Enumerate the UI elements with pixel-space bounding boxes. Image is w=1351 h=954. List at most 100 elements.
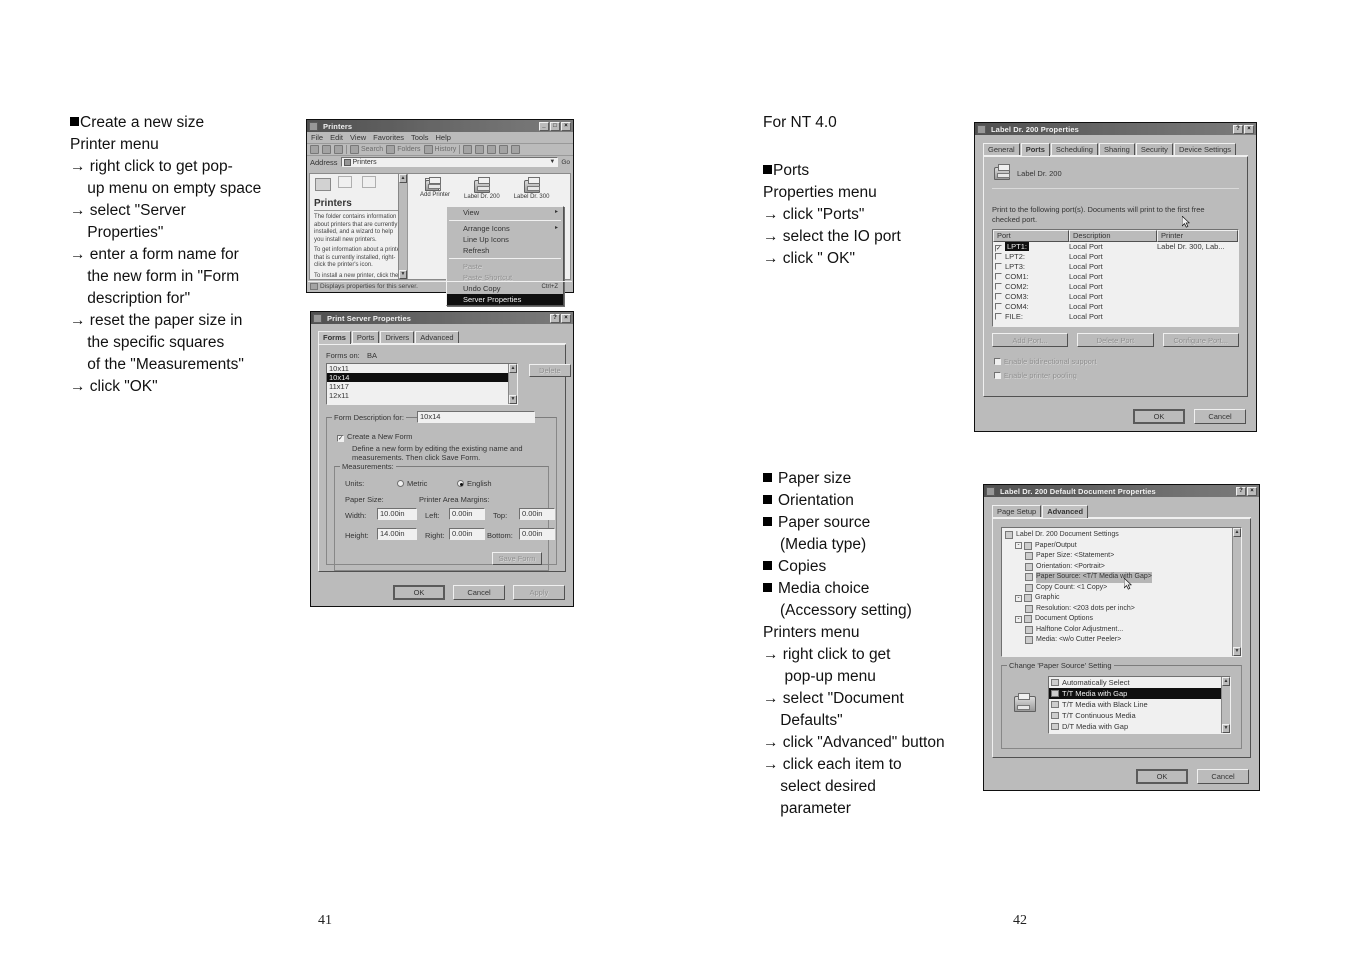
printer-pooling-option[interactable]: Enable printer pooling <box>994 371 1077 380</box>
printers-context-menu[interactable]: View ▸ Arrange Icons ▸ Line Up Icons Refresh P… <box>446 206 564 306</box>
ddp-titlebar[interactable]: Label Dr. 200 Default Document Propertie… <box>984 485 1259 497</box>
bottom-margin-input[interactable]: 0.00in <box>519 528 555 540</box>
menu-item-favorites[interactable]: Favorites <box>373 133 404 142</box>
printer-item-label-dr-200[interactable]: Label Dr. 200 <box>464 177 500 200</box>
psp-button-row[interactable]: OK Cancel Apply <box>319 585 565 600</box>
port-row[interactable]: FILE: Local Port <box>993 312 1238 322</box>
tab-scheduling[interactable]: Scheduling <box>1050 143 1098 155</box>
toolbar-button-search[interactable]: Search <box>350 145 383 154</box>
bidirectional-checkbox[interactable] <box>994 358 1001 365</box>
tab-ports[interactable]: Ports <box>1020 143 1050 156</box>
printer-item-label-dr-300[interactable]: Label Dr. 300 <box>514 177 549 200</box>
port-row[interactable]: COM3: Local Port <box>993 292 1238 302</box>
port-checkbox[interactable] <box>995 313 1002 320</box>
scroll-up-button[interactable]: ▲ <box>1233 528 1241 537</box>
configure-port-button[interactable]: Configure Port... <box>1162 333 1239 347</box>
default-document-properties-dialog[interactable]: Label Dr. 200 Default Document Propertie… <box>983 484 1260 791</box>
paper-source-choice[interactable]: Automatically Select <box>1049 677 1230 688</box>
port-checkbox[interactable] <box>995 245 1002 252</box>
tree-item[interactable]: - Paper/Output <box>1005 541 1241 552</box>
column-header-printer[interactable]: Printer <box>1157 230 1238 242</box>
help-button[interactable]: ? <box>1236 486 1246 496</box>
create-new-form-checkbox[interactable] <box>337 435 344 442</box>
tab-drivers[interactable]: Drivers <box>380 331 415 343</box>
port-checkbox[interactable] <box>995 263 1002 270</box>
cancel-button[interactable]: Cancel <box>453 585 505 600</box>
tree-item[interactable]: Label Dr. 200 Document Settings <box>1005 530 1241 541</box>
address-input[interactable]: Printers ▼ <box>340 157 559 167</box>
column-header-description[interactable]: Description <box>1069 230 1157 242</box>
tree-expander-icon[interactable]: - <box>1015 542 1022 550</box>
printers-toolbar[interactable]: Search Folders History <box>307 144 573 155</box>
ddp-button-row[interactable]: OK Cancel <box>1136 769 1249 784</box>
close-button[interactable]: × <box>561 313 571 323</box>
tab-device-settings[interactable]: Device Settings <box>1173 143 1237 155</box>
ports-list-header[interactable]: Port Description Printer <box>993 230 1238 242</box>
port-checkbox[interactable] <box>995 283 1002 290</box>
port-checkbox[interactable] <box>995 303 1002 310</box>
ok-button[interactable]: OK <box>393 585 445 600</box>
address-dropdown-icon[interactable]: ▼ <box>549 159 555 165</box>
psp-titlebar[interactable]: Print Server Properties ? × <box>311 312 573 324</box>
tab-advanced[interactable]: Advanced <box>415 331 459 343</box>
toolbar-button-forward[interactable] <box>322 145 331 154</box>
tab-general[interactable]: General <box>983 143 1020 155</box>
port-row[interactable]: LPT3: Local Port <box>993 262 1238 272</box>
toolbar-button-delete[interactable] <box>487 145 497 154</box>
forms-list-scrollbar[interactable]: ▲ ▼ <box>508 364 517 404</box>
ports-button-row[interactable]: Add Port... Delete Port Configure Port..… <box>992 333 1239 347</box>
toolbar-button-undo[interactable] <box>499 145 509 154</box>
ok-button[interactable]: OK <box>1133 409 1185 424</box>
menu-item-file[interactable]: File <box>311 133 323 142</box>
form-description-input[interactable]: 10x14 <box>417 411 535 423</box>
cancel-button[interactable]: Cancel <box>1197 769 1249 784</box>
metric-radio[interactable] <box>397 480 404 487</box>
width-input[interactable]: 10.00in <box>377 508 417 520</box>
print-server-properties-dialog[interactable]: Print Server Properties ? × Forms Ports Dr… <box>310 311 574 607</box>
scroll-down-button[interactable]: ▼ <box>399 270 407 279</box>
scroll-down-button[interactable]: ▼ <box>1222 724 1230 733</box>
printers-icon-view[interactable]: Add Printer Label Dr. 200 Label Dr. 300 … <box>410 174 570 306</box>
apply-button[interactable]: Apply <box>513 585 565 600</box>
window-controls[interactable]: _ □ × <box>539 121 571 131</box>
units-metric-option[interactable]: Metric <box>397 479 427 488</box>
tree-scrollbar[interactable]: ▲ ▼ <box>1232 528 1241 656</box>
ports-list[interactable]: Port Description Printer LPT1: Local Port… <box>992 229 1239 327</box>
save-form-button[interactable]: Save Form <box>492 552 542 565</box>
left-margin-input[interactable]: 0.00in <box>449 508 485 520</box>
tab-advanced[interactable]: Advanced <box>1042 505 1089 518</box>
paper-source-choice[interactable]: T/T Media with Gap <box>1049 688 1230 699</box>
close-button[interactable]: × <box>1244 124 1254 134</box>
context-menu-item-paste[interactable]: Paste <box>447 261 563 272</box>
toolbar-button-history[interactable]: History <box>423 145 456 154</box>
menu-item-edit[interactable]: Edit <box>330 133 343 142</box>
form-list-item[interactable]: 12x11 <box>327 391 517 400</box>
form-list-item[interactable]: 10x11 <box>327 364 517 373</box>
menu-item-view[interactable]: View <box>350 133 366 142</box>
choice-list-scrollbar[interactable]: ▲ ▼ <box>1221 677 1230 733</box>
ports-dialog-titlebar[interactable]: Label Dr. 200 Properties ? × <box>975 123 1256 135</box>
top-margin-input[interactable]: 0.00in <box>519 508 555 520</box>
english-radio[interactable] <box>457 480 464 487</box>
maximize-button[interactable]: □ <box>550 121 560 131</box>
port-checkbox[interactable] <box>995 253 1002 260</box>
form-list-item[interactable]: 11x17 <box>327 382 517 391</box>
help-button[interactable]: ? <box>1233 124 1243 134</box>
tree-item[interactable]: Orientation: <Portrait> <box>1005 562 1241 573</box>
delete-port-button[interactable]: Delete Port <box>1077 333 1154 347</box>
paper-source-choice-list[interactable]: Automatically Select T/T Media with Gap T/… <box>1048 676 1231 734</box>
address-bar[interactable]: Address Printers ▼ Go <box>307 156 573 168</box>
tree-item[interactable]: Paper Size: <Statement> <box>1005 551 1241 562</box>
printer-ports-dialog[interactable]: Label Dr. 200 Properties ? × General Port… <box>974 122 1257 432</box>
scroll-down-button[interactable]: ▼ <box>1233 647 1241 656</box>
scroll-up-button[interactable]: ▲ <box>509 364 517 373</box>
tree-expander-icon[interactable]: - <box>1015 594 1022 602</box>
tree-item[interactable]: Paper Source: <T/T Media with Gap> <box>1005 572 1241 583</box>
forms-list[interactable]: 10x11 10x14 11x17 12x11 ▲ ▼ <box>326 363 518 405</box>
create-new-form-row[interactable]: Create a New Form <box>337 432 412 442</box>
tree-item[interactable]: Copy Count: <1 Copy> <box>1005 583 1241 594</box>
paper-source-choice[interactable]: T/T Media with Black Line <box>1049 699 1230 710</box>
delete-form-button[interactable]: Delete <box>529 364 571 377</box>
printers-window-titlebar[interactable]: Printers _ □ × <box>307 120 573 132</box>
scroll-down-button[interactable]: ▼ <box>509 395 517 404</box>
